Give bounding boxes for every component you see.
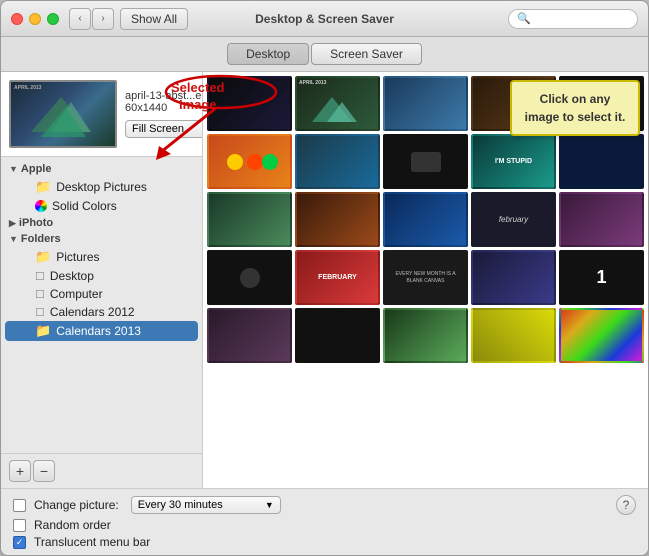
- content-area: APRIL 2013 april-13-abst...endar-2560x14…: [1, 72, 648, 488]
- show-all-button[interactable]: Show All: [120, 8, 188, 30]
- click-hint-text: Click on any image to select it.: [525, 92, 626, 124]
- expand-icon: ▶: [9, 218, 16, 229]
- wallpaper-item[interactable]: [207, 76, 292, 131]
- file-icon: ☐: [35, 306, 45, 319]
- wallpaper-item[interactable]: APRIL 2013: [295, 76, 380, 131]
- translucent-menu-label: Translucent menu bar: [34, 535, 150, 549]
- wallpaper-item[interactable]: [207, 308, 292, 363]
- file-icon: ☐: [35, 288, 45, 301]
- click-hint-annotation: Click on any image to select it.: [510, 80, 640, 136]
- search-icon: 🔍: [517, 12, 531, 25]
- random-order-checkbox[interactable]: [13, 519, 26, 532]
- folder-icon: 📁: [35, 249, 51, 265]
- wallpaper-item[interactable]: [295, 192, 380, 247]
- sidebar: APRIL 2013 april-13-abst...endar-2560x14…: [1, 72, 203, 488]
- remove-source-button[interactable]: −: [33, 460, 55, 482]
- wallpaper-item[interactable]: [471, 308, 556, 363]
- change-picture-checkbox[interactable]: [13, 499, 26, 512]
- folder-icon: 📁: [35, 323, 51, 339]
- tab-toolbar: Desktop Screen Saver: [1, 37, 648, 72]
- sidebar-section-label: iPhoto: [19, 217, 53, 229]
- sidebar-section-apple[interactable]: ▼ Apple: [1, 161, 202, 177]
- wallpaper-item[interactable]: [207, 134, 292, 189]
- folder-icon: 📁: [35, 179, 51, 195]
- back-button[interactable]: ‹: [69, 8, 91, 30]
- wallpaper-item[interactable]: [471, 250, 556, 305]
- window: ‹ › Show All Desktop & Screen Saver 🔍 De…: [0, 0, 649, 556]
- translucent-menu-row: ✓ Translucent menu bar: [13, 535, 636, 549]
- wallpaper-item[interactable]: [295, 308, 380, 363]
- traffic-lights: [11, 13, 59, 25]
- preview-area: APRIL 2013 april-13-abst...endar-2560x14…: [1, 72, 202, 157]
- close-button[interactable]: [11, 13, 23, 25]
- fill-mode-dropdown[interactable]: Fill Screen ▼: [125, 120, 203, 138]
- sidebar-item-label: Pictures: [56, 250, 99, 264]
- wallpaper-item[interactable]: february: [471, 192, 556, 247]
- change-picture-label: Change picture:: [34, 498, 119, 512]
- source-list: ▼ Apple 📁 Desktop Pictures Solid Colors …: [1, 157, 202, 453]
- nav-buttons: ‹ ›: [69, 8, 114, 30]
- interval-value: Every 30 minutes: [138, 499, 223, 511]
- change-picture-row: Change picture: Every 30 minutes ▼ ?: [13, 495, 636, 515]
- window-title: Desktop & Screen Saver: [255, 12, 394, 26]
- sidebar-bottom-buttons: + −: [1, 453, 202, 488]
- expand-icon: ▼: [9, 164, 18, 174]
- wallpaper-item[interactable]: EVERY NEW MONTH IS A BLANK CANVAS: [383, 250, 468, 305]
- wallpaper-item[interactable]: [383, 134, 468, 189]
- wallpaper-item[interactable]: [383, 192, 468, 247]
- translucent-menu-checkbox[interactable]: ✓: [13, 536, 26, 549]
- tab-desktop[interactable]: Desktop: [227, 43, 309, 65]
- wallpaper-item[interactable]: FEBRUARY: [295, 250, 380, 305]
- sidebar-section-folders[interactable]: ▼ Folders: [1, 231, 202, 247]
- colorball-icon: [35, 200, 47, 212]
- random-order-label: Random order: [34, 518, 111, 532]
- sidebar-item-calendars-2013[interactable]: 📁 Calendars 2013: [5, 321, 198, 341]
- sidebar-section-label: Apple: [21, 163, 52, 175]
- main-right-area: Selected Image Click on any image to sel…: [203, 72, 648, 488]
- sidebar-item-label: Calendars 2012: [50, 305, 135, 319]
- wallpaper-item[interactable]: I'M STUPID: [471, 134, 556, 189]
- titlebar: ‹ › Show All Desktop & Screen Saver 🔍: [1, 1, 648, 37]
- preview-info: april-13-abst...endar-2560x1440 Fill Scr…: [125, 90, 203, 138]
- expand-icon: ▼: [9, 234, 18, 244]
- search-input[interactable]: [535, 13, 629, 25]
- bottom-bar: Change picture: Every 30 minutes ▼ ? Ran…: [1, 488, 648, 555]
- wallpaper-grid-container: Click on any image to select it. APRIL 2…: [203, 72, 648, 488]
- sidebar-item-label: Computer: [50, 287, 103, 301]
- sidebar-item-calendars-2012[interactable]: ☐ Calendars 2012: [5, 303, 198, 321]
- wallpaper-item[interactable]: [559, 192, 644, 247]
- dropdown-arrow-icon: ▼: [265, 500, 274, 510]
- sidebar-item-solid-colors[interactable]: Solid Colors: [5, 197, 198, 215]
- sidebar-item-computer[interactable]: ☐ Computer: [5, 285, 198, 303]
- preview-thumbnail[interactable]: APRIL 2013: [9, 80, 117, 148]
- minimize-button[interactable]: [29, 13, 41, 25]
- sidebar-item-label: Desktop Pictures: [56, 180, 147, 194]
- wallpaper-item[interactable]: [295, 134, 380, 189]
- tab-screensaver[interactable]: Screen Saver: [311, 43, 422, 65]
- forward-button[interactable]: ›: [92, 8, 114, 30]
- search-box[interactable]: 🔍: [508, 9, 638, 29]
- wallpaper-item[interactable]: [559, 308, 644, 363]
- sidebar-item-label: Desktop: [50, 269, 94, 283]
- add-source-button[interactable]: +: [9, 460, 31, 482]
- file-icon: ☐: [35, 270, 45, 283]
- sidebar-item-desktop-pictures[interactable]: 📁 Desktop Pictures: [5, 177, 198, 197]
- help-button[interactable]: ?: [616, 495, 636, 515]
- wallpaper-item[interactable]: [207, 192, 292, 247]
- sidebar-item-pictures[interactable]: 📁 Pictures: [5, 247, 198, 267]
- wallpaper-item[interactable]: 1: [559, 250, 644, 305]
- preview-filename: april-13-abst...endar-2560x1440: [125, 90, 203, 114]
- sidebar-item-label: Calendars 2013: [56, 324, 141, 338]
- wallpaper-item[interactable]: [383, 308, 468, 363]
- maximize-button[interactable]: [47, 13, 59, 25]
- sidebar-item-desktop-folder[interactable]: ☐ Desktop: [5, 267, 198, 285]
- wallpaper-item[interactable]: [207, 250, 292, 305]
- sidebar-section-iphoto[interactable]: ▶ iPhoto: [1, 215, 202, 231]
- random-order-row: Random order: [13, 518, 636, 532]
- wallpaper-item[interactable]: [383, 76, 468, 131]
- wallpaper-item[interactable]: [559, 134, 644, 189]
- sidebar-item-label: Solid Colors: [52, 199, 117, 213]
- sidebar-section-label: Folders: [21, 233, 61, 245]
- interval-dropdown[interactable]: Every 30 minutes ▼: [131, 496, 281, 514]
